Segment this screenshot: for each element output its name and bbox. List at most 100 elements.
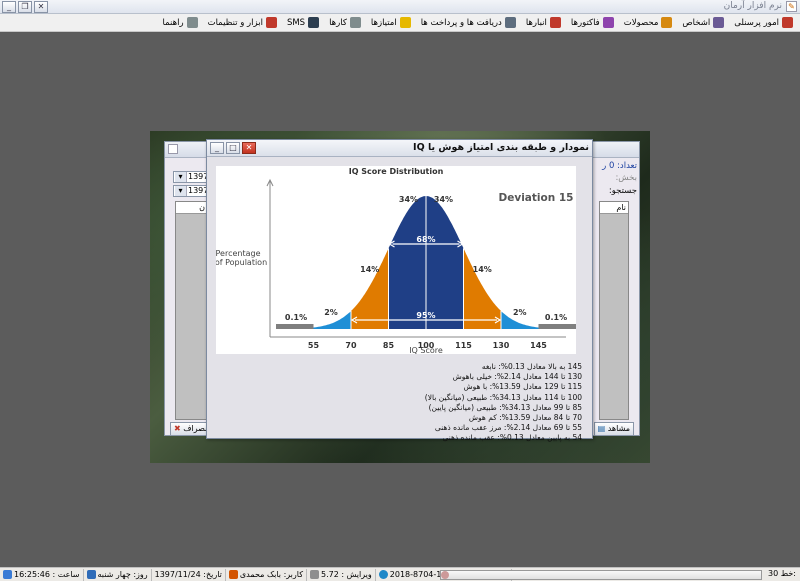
x-tick-label: 70 — [345, 341, 357, 350]
payments-icon — [504, 17, 516, 28]
legend-line: 55 تا 69 معادل 2.14%: مرز عقب مانده ذهنی — [434, 423, 582, 433]
menu-item-label: محصولات — [623, 17, 659, 28]
x-tick-label: 55 — [308, 341, 320, 350]
menu-item-8[interactable]: SMS — [282, 15, 324, 31]
personnel-icon — [782, 17, 793, 28]
menu-item-label: فاکتورها — [570, 17, 600, 28]
menu-item-3[interactable]: فاکتورها — [566, 15, 619, 31]
help-icon — [186, 17, 198, 28]
segment-4 — [426, 196, 464, 329]
edit-icon — [310, 570, 320, 579]
segment-tail-7 — [538, 324, 576, 329]
status-user: کاربر: بابک محمدی — [226, 568, 308, 581]
grid-header-left: ن — [176, 202, 207, 214]
dialog-titlebar: _ □ ✕ نمودار و طبقه بندی امتیاز هوش یا I… — [207, 140, 592, 157]
x-tick-label: 85 — [383, 341, 395, 350]
restore-button[interactable]: ❐ — [18, 1, 32, 13]
span-label: 95% — [416, 311, 435, 320]
segment-label: 34% — [434, 195, 453, 204]
menu-item-label: SMS — [286, 17, 306, 28]
menu-item-label: کارها — [329, 17, 347, 28]
menu-item-label: انبارها — [525, 17, 547, 28]
status-bar: ساعت : 16:25:46 روز: چهار شنبه تاریخ: 13… — [0, 567, 800, 581]
segment-3 — [388, 196, 426, 329]
menu-item-label: ابزار و تنظیمات — [207, 17, 263, 28]
iq-chart-svg: 68% 95% IQ Score Distribution Deviation 15 P… — [215, 167, 576, 355]
x-tick-label: 115 — [455, 341, 472, 350]
x-tick-label: 145 — [530, 341, 547, 350]
segment-label: 34% — [399, 195, 418, 204]
menu-item-label: امتیازها — [370, 17, 397, 28]
segment-label: 14% — [360, 265, 379, 274]
x-tick-label: 130 — [493, 341, 510, 350]
legend-line: 85 تا 99 معادل 34.13%: طبیعی (میانگین پا… — [428, 402, 582, 412]
span-label: 68% — [416, 235, 435, 244]
tools-icon — [265, 17, 277, 28]
progress-knob — [441, 571, 449, 579]
year-select-2[interactable]: 1397 — [173, 185, 208, 197]
status-line-number: خط 30: — [768, 569, 796, 578]
status-progress-bar — [440, 570, 762, 580]
section-label: بخش: — [615, 173, 637, 183]
iq-chart-dialog: _ □ ✕ نمودار و طبقه بندی امتیاز هوش یا I… — [206, 139, 593, 442]
menu-item-9[interactable]: ابزار و تنظیمات — [203, 15, 282, 31]
legend-line: 130 تا 144 معادل 2.14%: خیلی باهوش — [452, 372, 582, 382]
app-titlebar: _ ❐ ✕ نرم افزار آرمان ✎ — [0, 0, 800, 14]
menu-item-label: راهنما — [162, 17, 184, 28]
warehouse-icon — [549, 17, 561, 28]
list-grid-left[interactable]: ن — [175, 201, 208, 420]
dialog-maximize-button[interactable]: □ — [226, 142, 240, 154]
app-logo-icon: ✎ — [786, 1, 797, 12]
segment-label: 14% — [473, 265, 492, 274]
dialog-title: نمودار و طبقه بندی امتیاز هوش یا IQ — [413, 142, 589, 153]
view-icon: ▤ — [597, 424, 606, 433]
globe-icon — [378, 570, 388, 579]
menu-item-2[interactable]: محصولات — [619, 15, 678, 31]
window-controls: _ ❐ ✕ — [2, 1, 48, 13]
close-button[interactable]: ✕ — [34, 1, 48, 13]
chart-annotation: Deviation 15 — [499, 192, 574, 204]
sms-icon — [308, 17, 320, 28]
menu-item-label: دریافت ها و پرداخت ها — [420, 17, 502, 28]
menu-item-5[interactable]: دریافت ها و پرداخت ها — [416, 15, 521, 31]
legend-line: 115 تا 129 معادل 13.59%: با هوش — [463, 382, 582, 392]
y-axis-label-line1: Percentage — [216, 249, 261, 258]
menu-item-6[interactable]: امتیازها — [366, 15, 416, 31]
x-tick-label: 100 — [418, 341, 435, 350]
invoices-icon — [602, 17, 614, 28]
legend-line: 145 به بالا معادل 0.13%: نابغه — [481, 362, 582, 371]
dialog-close-button[interactable]: ✕ — [242, 142, 256, 154]
status-time: ساعت : 16:25:46 — [0, 568, 84, 581]
status-time-text: ساعت : 16:25:46 — [14, 570, 80, 579]
status-date-text: تاریخ: 1397/11/24 — [154, 570, 222, 579]
clock-icon — [3, 570, 12, 579]
legend-line: 54 به پایین معادل 0.13%: عقب مانده ذهنی — [442, 433, 582, 443]
menu-item-4[interactable]: انبارها — [521, 15, 566, 31]
status-day: روز: چهار شنبه — [84, 568, 152, 581]
year-select-1[interactable]: 1397 — [173, 171, 208, 183]
status-date: تاریخ: 1397/11/24 — [152, 568, 226, 581]
iq-chart: 68% 95% IQ Score Distribution Deviation 15 P… — [215, 166, 576, 355]
view-button-label: مشاهد — [607, 424, 630, 433]
segment-label: 0.1% — [285, 313, 307, 322]
menu-item-10[interactable]: راهنما — [158, 15, 203, 31]
status-version-text: ویرایش : 5.72 — [321, 570, 372, 579]
dialog-minimize-button[interactable]: _ — [210, 142, 224, 154]
grid-header-name: نام — [600, 202, 628, 214]
search-label: جستجو: — [608, 186, 637, 196]
star-icon — [399, 17, 411, 28]
iq-classification-legend: 145 به بالا معادل 0.13%: نابغه 130 تا 144… — [425, 362, 582, 444]
status-day-text: روز: چهار شنبه — [97, 570, 148, 579]
menu-item-0[interactable]: امور پرسنلی — [729, 15, 798, 31]
count-label: تعداد: 0 ر — [602, 161, 637, 171]
menu-item-1[interactable]: اشخاص — [677, 15, 729, 31]
segment-tail-0 — [276, 324, 314, 329]
menu-item-label: امور پرسنلی — [734, 17, 779, 28]
view-button[interactable]: مشاهد ▤ — [593, 422, 634, 436]
cancel-icon: ✖ — [174, 424, 181, 433]
people-icon — [713, 17, 725, 28]
minimize-button[interactable]: _ — [2, 1, 16, 13]
menu-item-7[interactable]: کارها — [324, 15, 366, 31]
window-icon — [168, 144, 178, 154]
list-grid-right[interactable]: نام — [599, 201, 629, 420]
